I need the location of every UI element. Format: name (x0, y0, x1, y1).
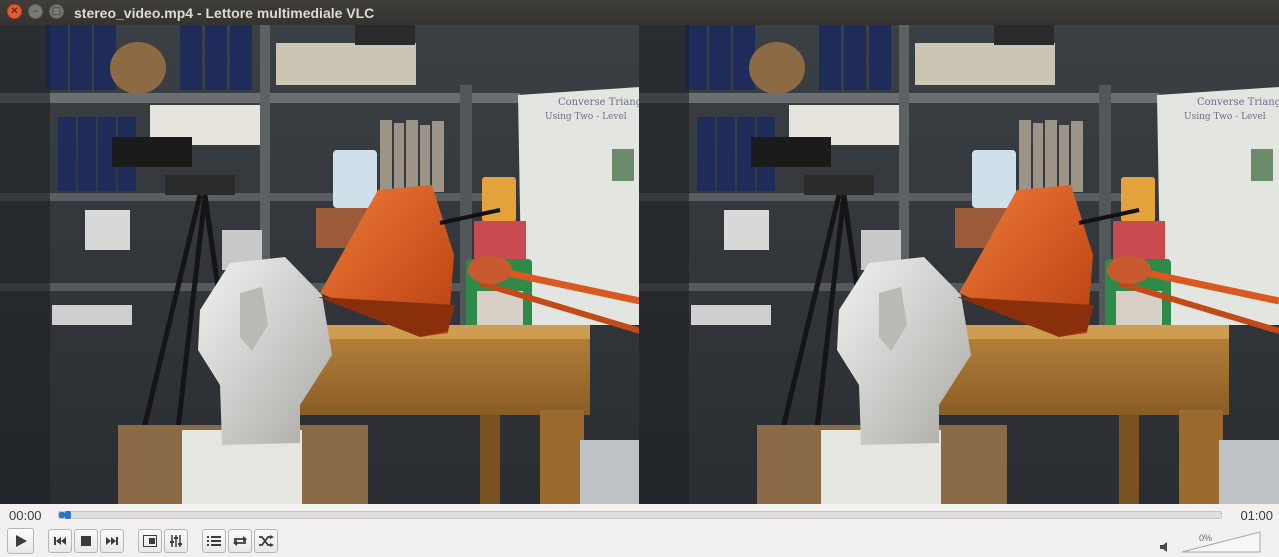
total-time: 01:00 (1240, 508, 1273, 523)
stop-icon (81, 536, 91, 546)
fullscreen-button[interactable] (138, 529, 162, 553)
loop-button[interactable] (228, 529, 252, 553)
title-bar: ✕ – □ stereo_video.mp4 - Lettore multime… (0, 0, 1279, 25)
next-button[interactable] (100, 529, 124, 553)
previous-button[interactable] (48, 529, 72, 553)
video-frame: Converse Triangula Using Two - Level (0, 25, 1279, 504)
play-button[interactable] (7, 528, 34, 554)
close-icon: ✕ (10, 5, 19, 17)
maximize-button[interactable]: □ (49, 4, 64, 19)
video-area[interactable]: Converse Triangula Using Two - Level (0, 25, 1279, 504)
equalizer-icon (170, 535, 182, 547)
volume-level-text: 0% (1199, 533, 1213, 543)
elapsed-time: 00:00 (9, 508, 42, 523)
shuffle-button[interactable] (254, 529, 278, 553)
next-icon (106, 537, 118, 545)
play-icon (15, 535, 27, 547)
volume-slider[interactable] (1181, 531, 1261, 553)
close-button[interactable]: ✕ (7, 4, 22, 19)
playlist-button[interactable] (202, 529, 226, 553)
extended-settings-button[interactable] (164, 529, 188, 553)
seek-row: 00:00 01:00 (0, 504, 1279, 526)
window-title: stereo_video.mp4 - Lettore multimediale … (74, 5, 375, 21)
seek-progress (59, 512, 65, 518)
seek-slider[interactable] (58, 511, 1222, 519)
minimize-button[interactable]: – (28, 4, 43, 19)
fullscreen-icon (143, 535, 157, 547)
shuffle-icon (259, 535, 274, 547)
maximize-icon: □ (51, 5, 62, 17)
stop-button[interactable] (74, 529, 98, 553)
playlist-icon (207, 536, 221, 546)
previous-icon (54, 537, 66, 545)
loop-icon (233, 536, 247, 546)
seek-handle[interactable] (64, 511, 71, 519)
speaker-icon[interactable] (1160, 541, 1172, 553)
control-bar: 0% (0, 527, 1279, 557)
minimize-icon: – (33, 5, 38, 17)
